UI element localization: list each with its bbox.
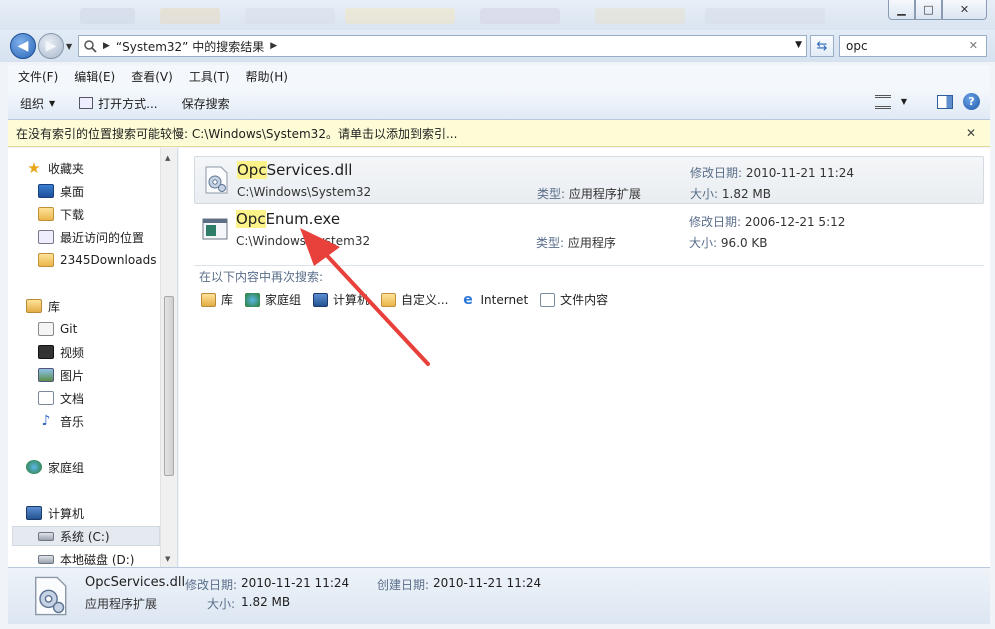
- details-modified-value: 2010-11-21 11:24: [241, 576, 350, 590]
- annotation-arrow-icon: [300, 228, 430, 366]
- details-size-value: 1.82 MB: [241, 595, 291, 609]
- details-file-name: OpcServices.dll: [85, 575, 186, 590]
- details-size-label: 大小:: [207, 597, 236, 611]
- details-created-value: 2010-11-21 11:24: [433, 576, 542, 590]
- details-pane: OpcServices.dll 应用程序扩展 修改日期: 2010-11-21 …: [8, 567, 990, 624]
- details-created-label: 创建日期:: [377, 578, 430, 592]
- dll-file-icon: [35, 576, 67, 616]
- details-modified-label: 修改日期:: [185, 578, 238, 592]
- details-file-type: 应用程序扩展: [85, 597, 158, 611]
